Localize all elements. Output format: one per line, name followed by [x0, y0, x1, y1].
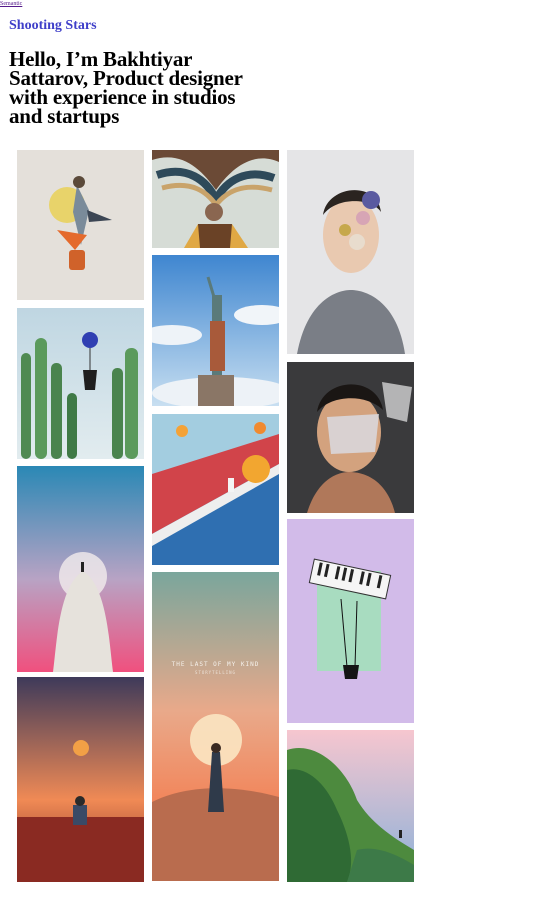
man-mask-graffiti-image [287, 362, 414, 513]
desert-woman-image [152, 572, 279, 881]
desert-caption: THE LAST OF MY KIND [171, 661, 260, 668]
intro-heading: Hello, I’m Bakhtiyar Sattarov, Product d… [9, 47, 243, 128]
cactus-balloon-image [17, 308, 144, 459]
photo-cactus-balloon[interactable] [17, 308, 144, 459]
skip-link[interactable]: Semantic [0, 0, 22, 8]
statue-of-liberty-image [152, 255, 279, 406]
photo-statue-of-liberty[interactable] [152, 255, 279, 406]
sunset-field-image [17, 677, 144, 882]
photo-red-track-child[interactable] [152, 414, 279, 565]
photo-sunset-field[interactable] [17, 677, 144, 882]
photo-dancer-collage[interactable] [17, 150, 144, 300]
photo-ghost-figure[interactable] [17, 466, 144, 672]
desert-subcaption: STORYTELLING [195, 670, 236, 675]
dancer-collage-image [17, 150, 144, 300]
floating-island-image [287, 730, 414, 882]
photo-floating-island[interactable] [287, 730, 414, 882]
ghost-figure-image [17, 466, 144, 672]
photo-desert-woman[interactable]: THE LAST OF MY KIND STORYTELLING [152, 572, 279, 881]
photo-man-flowers-face[interactable] [287, 150, 414, 354]
photo-gallery: THE LAST OF MY KIND STORYTELLING [17, 150, 414, 885]
man-flowers-face-image [287, 150, 414, 354]
photo-tree-head-collage[interactable] [152, 150, 279, 248]
tree-head-collage-image [152, 150, 279, 248]
photo-man-mask-graffiti[interactable] [287, 362, 414, 513]
red-track-child-image [152, 414, 279, 565]
site-title-link[interactable]: Shooting Stars [9, 17, 97, 35]
piano-swing-image [287, 519, 414, 723]
photo-piano-swing[interactable] [287, 519, 414, 723]
